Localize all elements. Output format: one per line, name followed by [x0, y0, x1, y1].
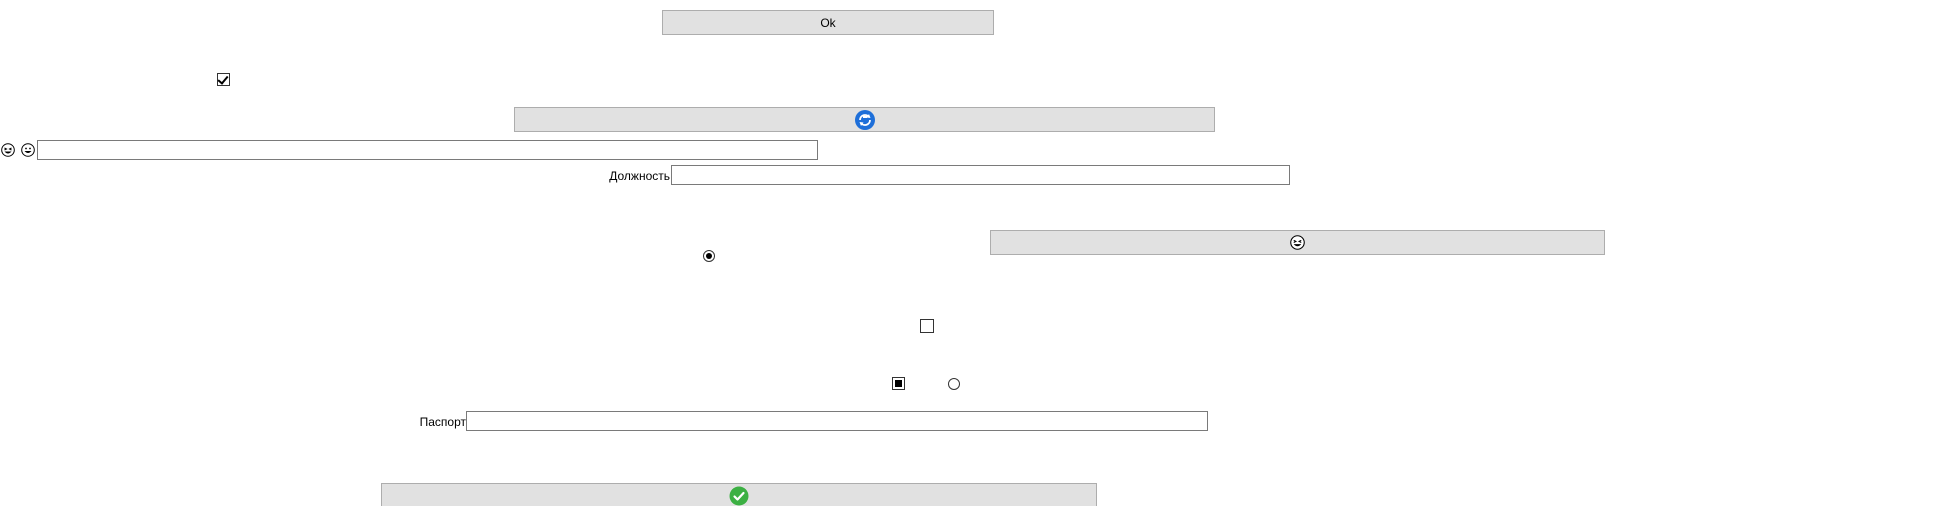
- confirm-button[interactable]: [381, 483, 1097, 506]
- grinning-squint-face-icon: [1290, 235, 1305, 250]
- ok-button-label: Ok: [820, 15, 836, 30]
- middle-radio[interactable]: [703, 250, 715, 262]
- lower-checkbox[interactable]: [892, 377, 905, 390]
- check-circle-icon: [729, 486, 749, 505]
- radio-selected-dot: [706, 253, 712, 259]
- refresh-button[interactable]: [514, 107, 1215, 132]
- checkmark-icon: [217, 73, 229, 85]
- grinning-face-icon: [21, 143, 35, 157]
- position-label: Должность: [609, 169, 670, 183]
- passport-field[interactable]: [466, 411, 1208, 431]
- grinning-squint-face-icon: [1, 143, 15, 157]
- ok-button[interactable]: Ok: [662, 10, 994, 35]
- indeterminate-mark-icon: [895, 380, 902, 387]
- emoji-text-field[interactable]: [37, 140, 818, 160]
- refresh-circle-icon: [854, 109, 875, 130]
- top-checkbox[interactable]: [217, 73, 230, 86]
- lower-radio[interactable]: [948, 378, 960, 390]
- middle-checkbox[interactable]: [920, 319, 934, 333]
- form-canvas: Ok Должность Паспорт: [0, 0, 1949, 506]
- position-field[interactable]: [671, 165, 1290, 185]
- laugh-button[interactable]: [990, 230, 1605, 255]
- passport-label: Паспорт: [419, 415, 466, 429]
